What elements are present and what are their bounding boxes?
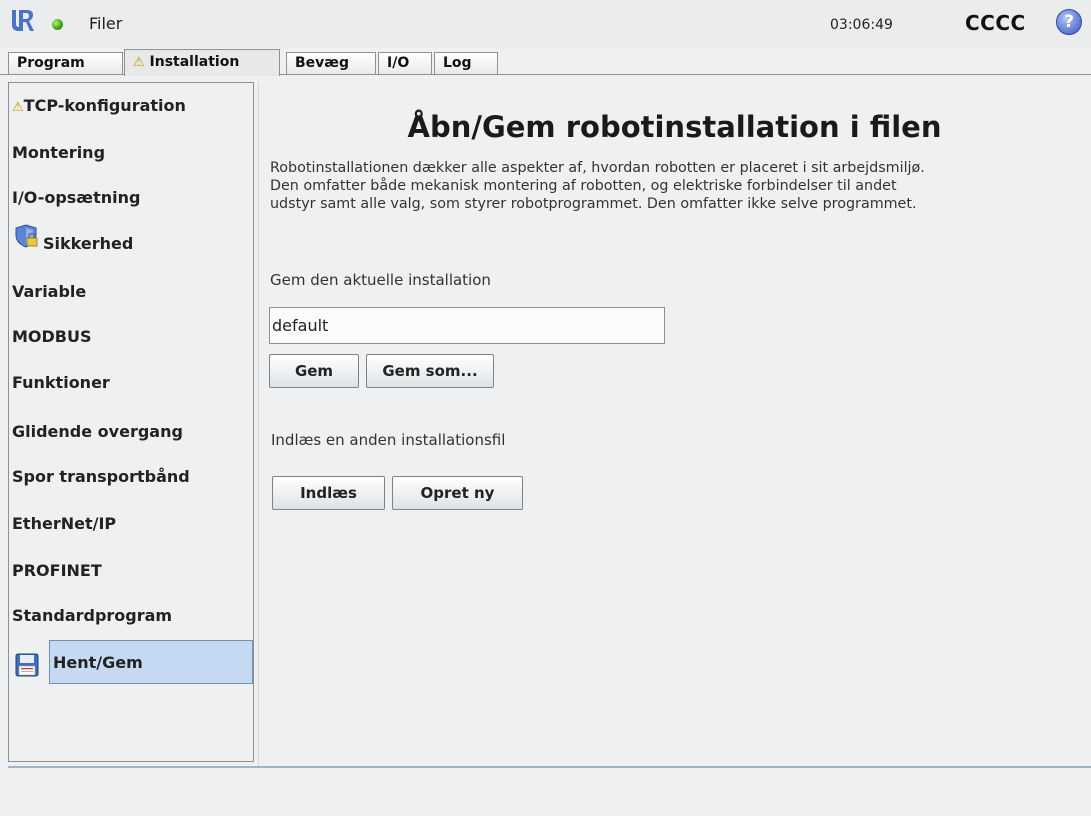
installation-description: Robotinstallationen dækker alle aspekter… bbox=[270, 159, 1085, 213]
save-section-heading: Gem den aktuelle installation bbox=[270, 271, 491, 289]
sidebar-item-label: Variable bbox=[12, 282, 87, 301]
load-section-heading: Indlæs en anden installationsfil bbox=[271, 431, 506, 449]
panel-divider bbox=[258, 82, 259, 766]
sidebar-item-smooth-transition[interactable]: Glidende overgang bbox=[12, 411, 183, 453]
footer-divider bbox=[8, 766, 1091, 768]
description-line: Robotinstallationen dækker alle aspekter… bbox=[270, 160, 925, 176]
description-line: Den omfatter både mekanisk montering af … bbox=[270, 178, 897, 194]
files-menu[interactable]: Filer bbox=[89, 14, 122, 33]
status-indicator-icon bbox=[52, 19, 63, 30]
sidebar-item-label: Funktioner bbox=[12, 373, 110, 392]
sidebar-item-safety[interactable]: Sikkerhed bbox=[43, 223, 133, 265]
sidebar-item-io-setup[interactable]: I/O-opsætning bbox=[12, 177, 140, 219]
tab-io[interactable]: I/O bbox=[378, 52, 432, 74]
sidebar-item-features[interactable]: Funktioner bbox=[12, 362, 110, 404]
sidebar-item-profinet[interactable]: PROFINET bbox=[12, 550, 102, 592]
warning-icon: ⚠ bbox=[12, 100, 24, 115]
sidebar-item-mounting[interactable]: Montering bbox=[12, 132, 105, 174]
sidebar-item-label: MODBUS bbox=[12, 327, 92, 346]
main-tab-bar: Program ⚠ Installation Bevæg I/O Log bbox=[0, 48, 1091, 76]
tab-label: Bevæg bbox=[295, 55, 349, 71]
shield-icon bbox=[15, 224, 38, 248]
sidebar-item-load-save[interactable]: Hent/Gem bbox=[49, 640, 253, 684]
tab-label: Program bbox=[17, 55, 85, 71]
help-icon[interactable]: ? bbox=[1056, 9, 1082, 35]
sidebar-item-label: TCP-konfiguration bbox=[23, 96, 186, 115]
tab-label: Installation bbox=[149, 54, 240, 70]
warning-icon: ⚠ bbox=[133, 55, 145, 70]
sidebar-item-label: Sikkerhed bbox=[43, 234, 134, 253]
universal-robots-logo-icon bbox=[12, 10, 34, 31]
tab-move[interactable]: Bevæg bbox=[286, 52, 376, 74]
sidebar-item-tcp-configuration[interactable]: ⚠TCP-konfiguration bbox=[12, 85, 186, 127]
tab-installation[interactable]: ⚠ Installation bbox=[124, 49, 280, 76]
sidebar-item-conveyor-tracking[interactable]: Spor transportbånd bbox=[12, 456, 190, 498]
create-new-button[interactable]: Opret ny bbox=[392, 476, 523, 510]
tab-program[interactable]: Program bbox=[8, 52, 123, 74]
sidebar-item-default-program[interactable]: Standardprogram bbox=[12, 595, 172, 637]
save-button[interactable]: Gem bbox=[269, 354, 359, 388]
sidebar-item-label: I/O-opsætning bbox=[12, 188, 141, 207]
sidebar-item-label: Hent/Gem bbox=[53, 653, 143, 672]
floppy-disk-icon bbox=[15, 653, 39, 677]
tab-label: Log bbox=[443, 55, 472, 71]
load-button[interactable]: Indlæs bbox=[272, 476, 385, 510]
installation-sidebar: ⚠TCP-konfiguration Montering I/O-opsætni… bbox=[8, 82, 254, 762]
description-line: udstyr samt alle valg, som styrer robotp… bbox=[270, 196, 917, 212]
sidebar-item-modbus[interactable]: MODBUS bbox=[12, 316, 92, 358]
sidebar-item-label: EtherNet/IP bbox=[12, 514, 117, 533]
clock: 03:06:49 bbox=[830, 17, 893, 33]
sidebar-item-ethernet-ip[interactable]: EtherNet/IP bbox=[12, 503, 116, 545]
tab-label: I/O bbox=[387, 55, 410, 71]
sidebar-item-label: Standardprogram bbox=[12, 606, 173, 625]
page-title: Åbn/Gem robotinstallation i filen bbox=[407, 110, 942, 144]
robot-name: CCCC bbox=[965, 11, 1026, 35]
sidebar-item-label: PROFINET bbox=[12, 561, 102, 580]
sidebar-item-label: Glidende overgang bbox=[12, 422, 183, 441]
sidebar-item-label: Montering bbox=[12, 143, 106, 162]
sidebar-item-variables[interactable]: Variable bbox=[12, 271, 86, 313]
save-as-button[interactable]: Gem som... bbox=[366, 354, 494, 388]
installation-filename-field[interactable] bbox=[269, 307, 665, 344]
tab-log[interactable]: Log bbox=[434, 52, 498, 74]
top-bar: Filer 03:06:49 CCCC ? bbox=[0, 0, 1091, 48]
sidebar-item-label: Spor transportbånd bbox=[12, 467, 190, 486]
